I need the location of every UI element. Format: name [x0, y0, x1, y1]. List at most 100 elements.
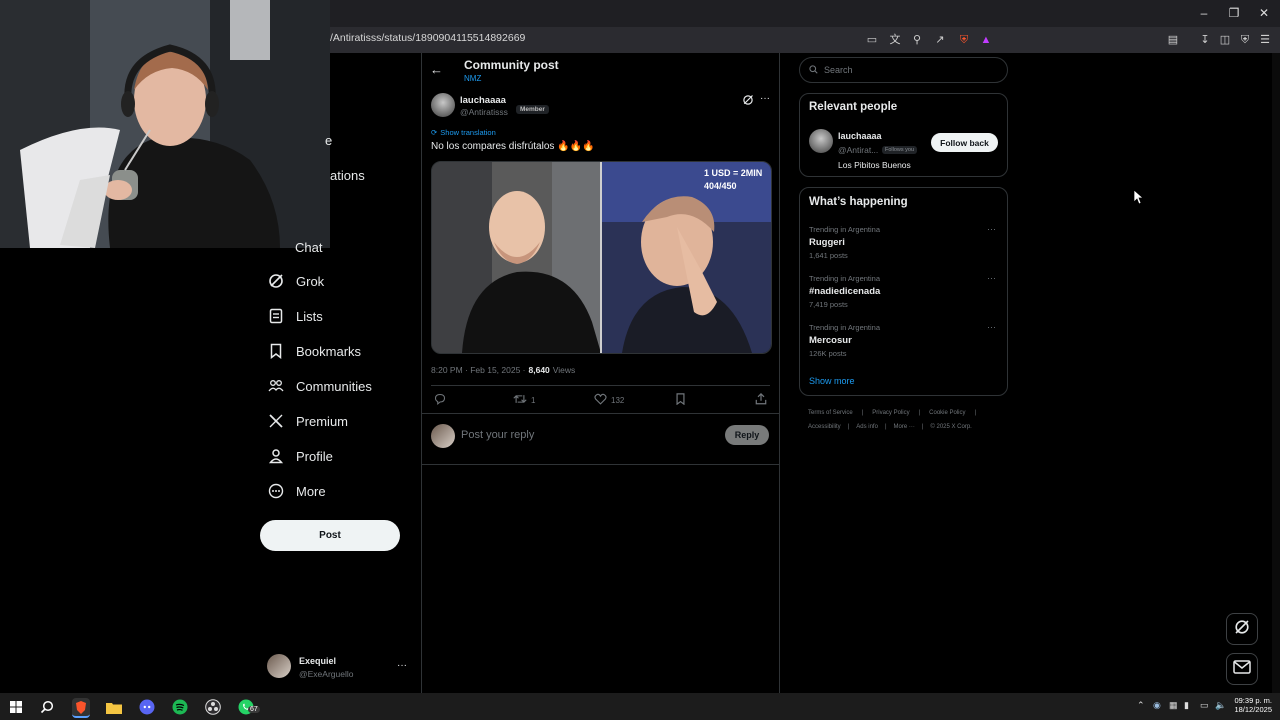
retweet-action[interactable]: 1: [513, 393, 535, 407]
sidebar-item-label: Lists: [296, 308, 323, 324]
trend-more-icon[interactable]: ···: [987, 273, 996, 283]
search-icon[interactable]: [38, 698, 56, 716]
reader-mode-icon[interactable]: ▤: [1166, 33, 1180, 47]
microphone-icon[interactable]: ▮: [1184, 700, 1189, 711]
bookmark-action[interactable]: [675, 393, 686, 407]
sidebar-item-label: Communities: [296, 378, 372, 394]
sidebar-item-label: Premium: [296, 413, 349, 429]
post-button[interactable]: Post: [260, 520, 400, 551]
trend-item[interactable]: Trending in Argentina Mercosur 126K post…: [809, 323, 880, 358]
menu-icon[interactable]: ☰: [1258, 33, 1272, 47]
tray-app-icon[interactable]: ▦: [1169, 700, 1178, 711]
zoom-icon[interactable]: ⚲: [910, 33, 924, 47]
community-link[interactable]: NMZ: [464, 74, 481, 83]
footer-links: Terms of Service | Privacy Policy | Cookie…: [808, 410, 977, 416]
footer-link[interactable]: Terms of Service: [808, 410, 853, 416]
trend-item[interactable]: Trending in Argentina #nadiedicenada 7,4…: [809, 274, 880, 309]
sidebar-item-bookmarks[interactable]: Bookmarks: [268, 339, 361, 363]
profile-icon: [268, 448, 284, 464]
person-handle[interactable]: @Antirat...: [838, 145, 878, 155]
search-input[interactable]: Search: [799, 57, 1008, 83]
chevron-up-icon[interactable]: ⌃: [1137, 700, 1145, 711]
author-avatar[interactable]: [431, 93, 455, 117]
follow-back-button[interactable]: Follow back: [931, 133, 998, 152]
image-caption-line2: 404/450: [704, 181, 737, 191]
clock[interactable]: 09:39 p. m. 18/12/2025: [1230, 696, 1272, 714]
scrollbar[interactable]: [1272, 53, 1280, 693]
brave-rewards-icon[interactable]: ▲: [979, 33, 993, 47]
restore-icon[interactable]: ❐: [1226, 6, 1242, 20]
footer-link[interactable]: Ads info: [856, 424, 878, 430]
copyright: © 2025 X Corp.: [930, 424, 972, 430]
footer-link[interactable]: Accessibility: [808, 424, 841, 430]
sidebar-item-more[interactable]: More: [268, 479, 326, 503]
author-name[interactable]: lauchaaaa: [460, 95, 506, 106]
sidebar-item-lists[interactable]: Lists: [268, 304, 323, 328]
trend-posts: 1,641 posts: [809, 251, 848, 260]
tweet-time: 8:20 PM · Feb 15, 2025 ·: [431, 365, 526, 375]
avatar[interactable]: [267, 654, 291, 678]
show-more-link[interactable]: Show more: [809, 376, 855, 386]
nav-partial-explore[interactable]: e: [325, 133, 332, 148]
trend-name: Ruggeri: [809, 237, 845, 248]
sidebar-item-grok[interactable]: Grok: [268, 269, 324, 293]
account-menu-icon[interactable]: ···: [397, 660, 407, 671]
clock-time: 09:39 p. m.: [1234, 696, 1272, 705]
cast-icon[interactable]: ▭: [865, 33, 879, 47]
share-action[interactable]: [755, 393, 767, 407]
windows-start-icon[interactable]: [7, 698, 25, 716]
trend-posts: 7,419 posts: [809, 300, 848, 309]
trend-more-icon[interactable]: ···: [987, 322, 996, 332]
network-icon[interactable]: ▭: [1200, 700, 1209, 711]
translate-icon[interactable]: 文: [888, 33, 902, 47]
show-translation-link[interactable]: ⟳ Show translation: [431, 128, 496, 137]
footer-link[interactable]: Privacy Policy: [872, 410, 909, 416]
messages-float-button[interactable]: [1226, 653, 1258, 685]
grok-icon: [1234, 619, 1250, 640]
steam-tray-icon[interactable]: ◉: [1153, 700, 1161, 711]
mail-icon: [1233, 659, 1251, 679]
nav-partial-notifications[interactable]: ations: [330, 168, 365, 183]
like-action[interactable]: 132: [594, 393, 624, 407]
nav-partial-chat[interactable]: Chat: [295, 240, 322, 255]
spotify-icon[interactable]: [171, 698, 189, 716]
member-badge: Member: [516, 105, 549, 114]
address-bar[interactable]: /Antiratisss/status/1890904115514892669: [330, 32, 525, 44]
minimize-icon[interactable]: –: [1196, 6, 1212, 20]
tweet-more-icon[interactable]: ···: [760, 93, 770, 104]
discord-icon[interactable]: [138, 698, 156, 716]
views-count: 8,640: [528, 365, 550, 375]
divider: [431, 385, 770, 386]
sidebar-item-profile[interactable]: Profile: [268, 444, 333, 468]
share-icon[interactable]: ↗: [933, 33, 947, 47]
close-icon[interactable]: ✕: [1256, 6, 1272, 20]
avatar[interactable]: [809, 129, 833, 153]
footer-link[interactable]: Cookie Policy: [929, 410, 965, 416]
person-name[interactable]: lauchaaaa: [838, 131, 882, 141]
author-handle[interactable]: @Antiratisss: [460, 107, 508, 117]
volume-icon[interactable]: 🔈: [1215, 700, 1226, 711]
tweet-image[interactable]: 1 USD = 2MIN 404/450: [431, 161, 772, 354]
sidebar-toggle-icon[interactable]: ◫: [1218, 33, 1232, 47]
reply-action[interactable]: [434, 393, 446, 407]
reply-input[interactable]: Post your reply: [461, 429, 534, 441]
reply-button[interactable]: Reply: [725, 425, 769, 445]
footer-link[interactable]: More ···: [894, 424, 915, 430]
download-icon[interactable]: ↧: [1198, 33, 1212, 47]
relevant-people-title: Relevant people: [809, 101, 898, 113]
brave-browser-icon[interactable]: [72, 698, 90, 718]
back-arrow-icon[interactable]: ←: [430, 62, 443, 77]
grok-float-button[interactable]: [1226, 613, 1258, 645]
trend-item[interactable]: Trending in Argentina Ruggeri 1,641 post…: [809, 225, 880, 260]
whats-happening-title: What’s happening: [809, 196, 908, 208]
sidebar-item-communities[interactable]: Communities: [268, 374, 372, 398]
obs-icon[interactable]: [204, 698, 222, 716]
sidebar-item-premium[interactable]: Premium: [268, 409, 348, 433]
file-explorer-icon[interactable]: [105, 698, 123, 716]
vpn-shield-icon[interactable]: ⛨: [1238, 33, 1252, 47]
webcam-overlay: [0, 0, 330, 248]
trend-more-icon[interactable]: ···: [987, 224, 996, 234]
bookmark-icon: [675, 393, 686, 407]
brave-shield-icon[interactable]: ⛨: [957, 33, 971, 47]
grok-explain-icon[interactable]: [742, 93, 754, 111]
